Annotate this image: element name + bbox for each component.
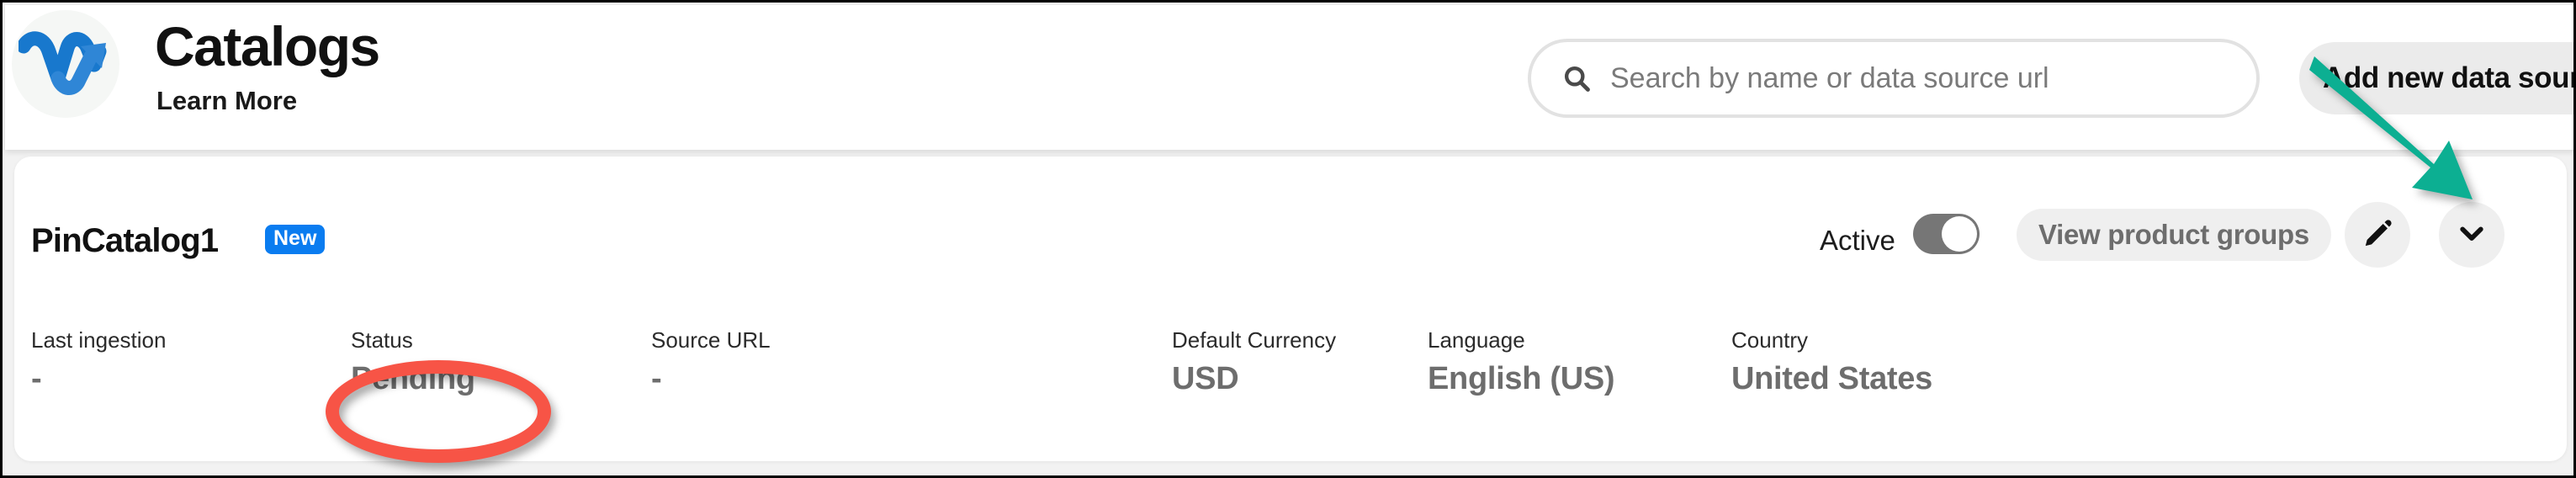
toggle-knob: [1942, 216, 1977, 252]
column-status: Status Pending: [351, 327, 475, 395]
webmotive-w-arrow-logo-icon: [19, 26, 113, 102]
column-value: -: [651, 361, 662, 396]
new-badge: New: [265, 225, 326, 254]
edit-catalog-button[interactable]: [2345, 202, 2410, 268]
page-title: Catalogs: [155, 15, 380, 77]
learn-more-link[interactable]: Learn More: [156, 88, 297, 114]
column-language: Language English (US): [1428, 327, 1615, 395]
column-header: Language: [1428, 327, 1525, 353]
pencil-icon: [2361, 217, 2394, 253]
expand-catalog-button[interactable]: [2439, 202, 2504, 268]
column-header: Default Currency: [1172, 327, 1337, 353]
search-box[interactable]: [1528, 39, 2260, 118]
page-header: Catalogs Learn More Add new data source: [5, 5, 2573, 150]
column-value: USD: [1172, 361, 1239, 396]
column-country: Country United States: [1731, 327, 1932, 395]
column-header: Status: [351, 327, 413, 353]
column-source-url: Source URL -: [651, 327, 771, 395]
active-label: Active: [1820, 225, 1895, 256]
search-input[interactable]: [1610, 61, 2233, 95]
active-toggle[interactable]: [1913, 214, 1980, 254]
column-header: Country: [1731, 327, 1809, 353]
catalogs-screen: Catalogs Learn More Add new data source …: [0, 0, 2576, 478]
status-value: Pending: [351, 361, 475, 396]
chevron-down-icon: [2455, 217, 2489, 253]
column-value: United States: [1731, 361, 1932, 396]
catalog-card: PinCatalog1 New Active View product grou…: [14, 157, 2567, 461]
view-product-groups-button[interactable]: View product groups: [2017, 209, 2331, 261]
search-icon: [1561, 63, 1592, 93]
column-header: Source URL: [651, 327, 771, 353]
add-new-data-source-button[interactable]: Add new data source: [2299, 42, 2573, 114]
column-last-ingestion: Last ingestion -: [31, 327, 167, 395]
catalog-name: PinCatalog1: [31, 222, 219, 259]
column-header: Last ingestion: [31, 327, 167, 353]
column-value: English (US): [1428, 361, 1615, 396]
column-default-currency: Default Currency USD: [1172, 327, 1337, 395]
app-logo: [12, 10, 119, 118]
column-value: -: [31, 361, 42, 396]
